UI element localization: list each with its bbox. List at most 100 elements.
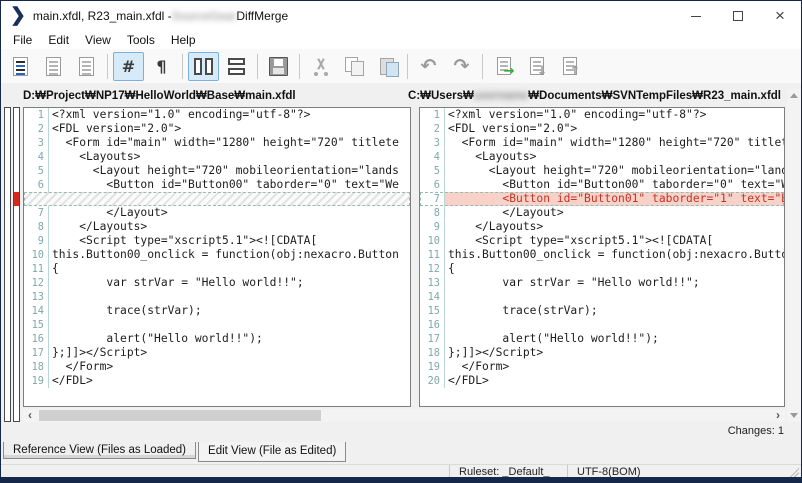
left-file-path: D:₩Project₩NP17₩HelloWorld₩Base₩main.xfd… xyxy=(23,90,296,102)
code-line[interactable]: 3 <Form id="main" width="1280" height="7… xyxy=(420,136,784,150)
split-vertical-button[interactable] xyxy=(188,52,219,81)
code-line[interactable]: 14 trace(strVar); xyxy=(24,304,410,318)
scroll-right-icon[interactable]: › xyxy=(771,409,785,422)
line-numbers-toggle-button[interactable]: # xyxy=(113,52,144,81)
menu-item[interactable]: View xyxy=(77,33,119,47)
code-line[interactable]: 4 <Layouts> xyxy=(24,150,410,164)
line-number: 1 xyxy=(24,108,49,122)
horizontal-scrollbar[interactable]: ‹ › xyxy=(23,409,785,422)
code-line[interactable]: 12 { xyxy=(420,262,784,276)
scroll-down-icon[interactable] xyxy=(790,413,798,418)
cut-button[interactable] xyxy=(305,52,336,81)
document-right-icon xyxy=(79,57,94,76)
code-line[interactable]: 14 xyxy=(420,290,784,304)
line-number: 13 xyxy=(420,276,445,290)
vertical-scrollbar[interactable] xyxy=(787,89,801,422)
scroll-left-icon[interactable]: ‹ xyxy=(23,409,37,422)
line-text: <?xml version="1.0" encoding="utf-8"?> xyxy=(445,108,784,122)
code-line[interactable]: 10 this.Button00_onclick = function(obj:… xyxy=(24,248,410,262)
code-line[interactable]: 9 </Layouts> xyxy=(420,220,784,234)
code-line[interactable]: 16 xyxy=(420,318,784,332)
code-line[interactable] xyxy=(24,192,410,206)
line-number: 19 xyxy=(420,360,445,374)
horizontal-scrollbar-thumb[interactable] xyxy=(39,410,321,421)
code-line[interactable]: 2 <FDL version="2.0"> xyxy=(420,122,784,136)
line-number: 3 xyxy=(24,136,49,150)
code-line[interactable]: 13 xyxy=(24,290,410,304)
line-text: <Script type="xscript5.1"><![CDATA[ xyxy=(445,234,784,248)
code-line[interactable]: 11 { xyxy=(24,262,410,276)
line-number: 9 xyxy=(24,234,49,248)
resize-grip-icon[interactable] xyxy=(789,467,799,477)
apply-change-icon: → xyxy=(497,57,511,75)
copy-button[interactable] xyxy=(338,52,369,81)
save-button[interactable] xyxy=(263,52,294,81)
code-line[interactable]: 15 xyxy=(24,318,410,332)
line-text: </Form> xyxy=(49,360,410,374)
line-number: 8 xyxy=(24,220,49,234)
code-line[interactable]: 16 alert("Hello world!!"); xyxy=(24,332,410,346)
code-line[interactable]: 3 <Form id="main" width="1280" height="7… xyxy=(24,136,410,150)
line-number: 7 xyxy=(420,192,445,206)
right-code-pane[interactable]: 1 <?xml version="1.0" encoding="utf-8"?>… xyxy=(419,107,785,407)
show-whitespace-button[interactable]: ¶ xyxy=(146,52,177,81)
code-line[interactable]: 18 </Form> xyxy=(24,360,410,374)
paste-button[interactable] xyxy=(371,52,402,81)
code-line[interactable]: 7 <Button id="Button01" taborder="1" tex… xyxy=(420,192,784,206)
line-text: </FDL> xyxy=(445,374,784,388)
overview-ruler-right[interactable] xyxy=(13,107,20,422)
view-right-file-button[interactable] xyxy=(71,52,102,81)
code-line[interactable]: 2 <FDL version="2.0"> xyxy=(24,122,410,136)
menu-item[interactable]: Edit xyxy=(40,33,77,47)
code-line[interactable]: 11 this.Button00_onclick = function(obj:… xyxy=(420,248,784,262)
code-line[interactable]: 12 var strVar = "Hello world!!"; xyxy=(24,276,410,290)
prev-change-button[interactable]: ↑ xyxy=(554,52,585,81)
code-line[interactable]: 6 <Button id="Button00" taborder="0" tex… xyxy=(24,178,410,192)
left-code-pane[interactable]: 1 <?xml version="1.0" encoding="utf-8"?>… xyxy=(23,107,411,407)
code-line[interactable]: 5 <Layout height="720" mobileorientation… xyxy=(24,164,410,178)
code-line[interactable]: 4 <Layouts> xyxy=(420,150,784,164)
code-line[interactable]: 19 </FDL> xyxy=(24,374,410,388)
code-line[interactable]: 17 alert("Hello world!!"); xyxy=(420,332,784,346)
code-line[interactable]: 18 };]]></Script> xyxy=(420,346,784,360)
code-line[interactable]: 10 <Script type="xscript5.1"><![CDATA[ xyxy=(420,234,784,248)
view-interleaved-button[interactable] xyxy=(5,52,36,81)
code-line[interactable]: 7 </Layout> xyxy=(24,206,410,220)
code-line[interactable]: 19 </Form> xyxy=(420,360,784,374)
code-line[interactable]: 5 <Layout height="720" mobileorientation… xyxy=(420,164,784,178)
code-line[interactable]: 6 <Button id="Button00" taborder="0" tex… xyxy=(420,178,784,192)
toolbar-separator xyxy=(107,54,108,79)
code-line[interactable]: 9 <Script type="xscript5.1"><![CDATA[ xyxy=(24,234,410,248)
minimize-button[interactable] xyxy=(675,1,717,31)
change-marker[interactable] xyxy=(14,192,19,206)
code-line[interactable]: 1 <?xml version="1.0" encoding="utf-8"?> xyxy=(24,108,410,122)
code-line[interactable]: 17 };]]></Script> xyxy=(24,346,410,360)
code-line[interactable]: 8 </Layout> xyxy=(420,206,784,220)
close-button[interactable]: × xyxy=(759,1,801,31)
view-tab[interactable]: Reference View (Files as Loaded) xyxy=(3,442,196,459)
code-line[interactable]: 15 trace(strVar); xyxy=(420,304,784,318)
redo-button[interactable]: ↷ xyxy=(446,52,477,81)
code-line[interactable]: 8 </Layouts> xyxy=(24,220,410,234)
line-number: 16 xyxy=(420,318,445,332)
overview-ruler-left[interactable] xyxy=(4,107,11,422)
apply-change-button[interactable]: → xyxy=(488,52,519,81)
menu-item[interactable]: Tools xyxy=(119,33,163,47)
split-horizontal-button[interactable] xyxy=(221,52,252,81)
code-line[interactable]: 1 <?xml version="1.0" encoding="utf-8"?> xyxy=(420,108,784,122)
view-tab[interactable]: Edit View (File as Edited) xyxy=(198,442,346,462)
line-text: { xyxy=(445,262,784,276)
line-text: trace(strVar); xyxy=(49,304,410,318)
scroll-up-icon[interactable] xyxy=(790,93,798,98)
line-number: 19 xyxy=(24,374,49,388)
undo-button[interactable]: ↶ xyxy=(413,52,444,81)
code-line[interactable]: 20 </FDL> xyxy=(420,374,784,388)
code-line[interactable]: 13 var strVar = "Hello world!!"; xyxy=(420,276,784,290)
window-controls: × xyxy=(675,1,801,31)
toolbar-separator xyxy=(482,54,483,79)
maximize-button[interactable] xyxy=(717,1,759,31)
view-left-file-button[interactable] xyxy=(38,52,69,81)
menu-item[interactable]: Help xyxy=(163,33,204,47)
menu-item[interactable]: File xyxy=(5,33,40,47)
next-change-button[interactable]: ↓ xyxy=(521,52,552,81)
